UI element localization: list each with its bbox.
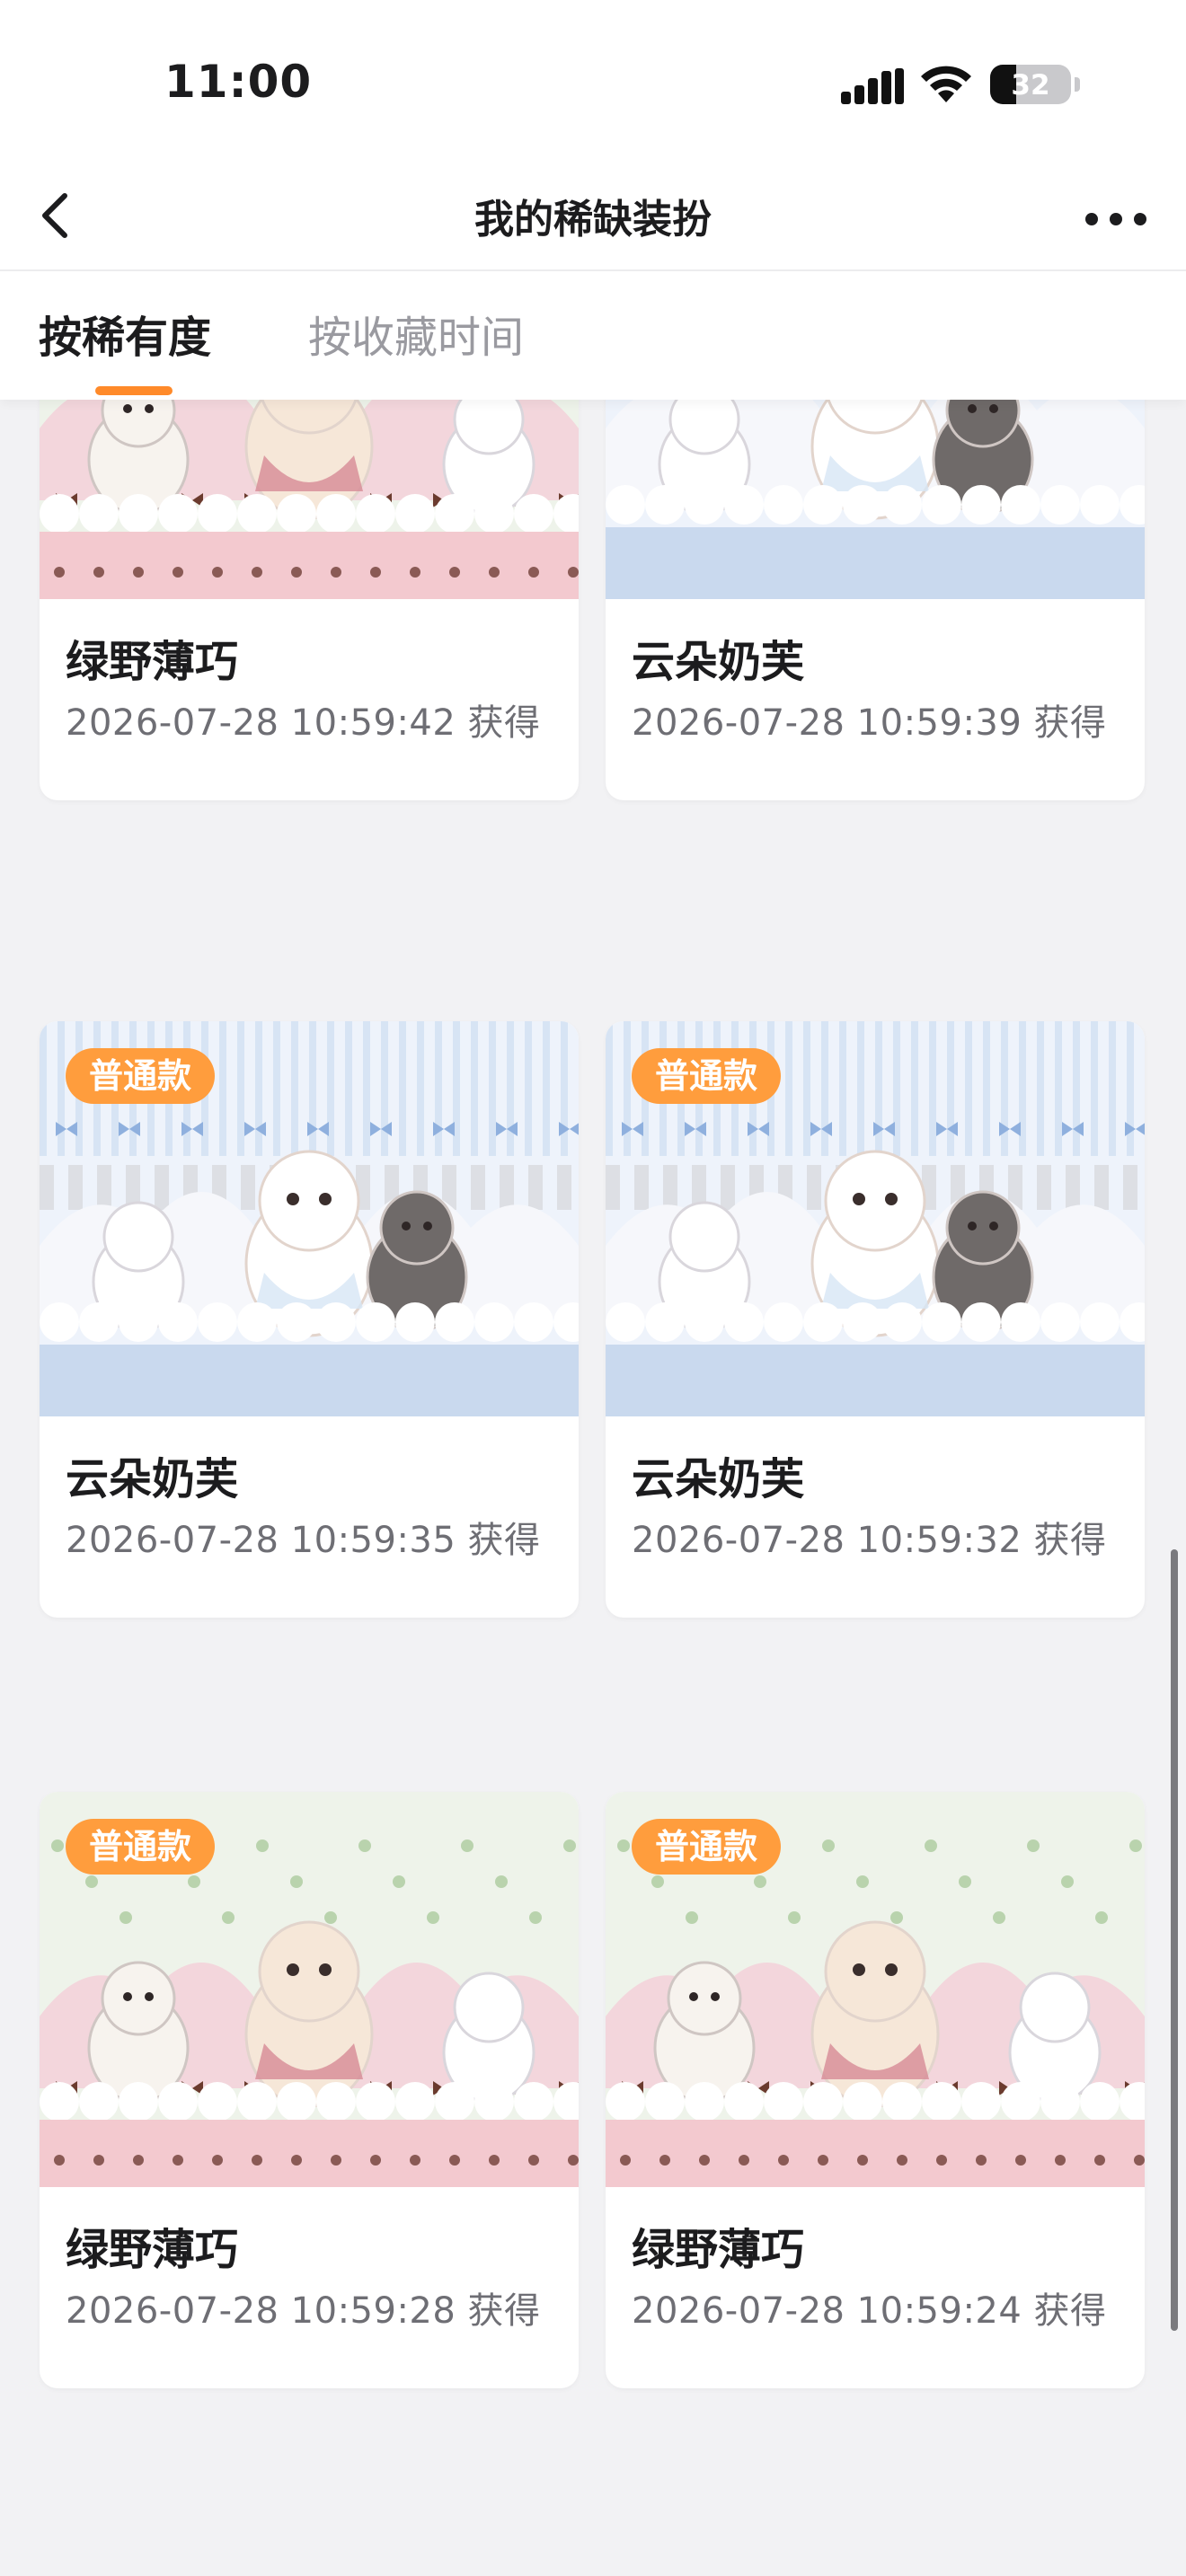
skin-name: 绿野薄巧 (66, 2225, 239, 2275)
tab-by-collect-time[interactable]: 按收藏时间 (308, 302, 524, 365)
collection-grid: 绿野薄巧 2026-07-28 10:59:42 获得 云朵奶芙 2026-07… (0, 400, 1186, 2576)
active-tab-indicator (95, 386, 173, 395)
rarity-badge: 普通款 (66, 1048, 216, 1104)
skin-card[interactable]: 绿野薄巧 2026-07-28 10:59:42 获得 (40, 400, 579, 800)
skin-card[interactable]: 普通款 绿野薄巧 2026-07-28 10:59:28 获得 (40, 1792, 579, 2388)
status-time: 11:00 (164, 56, 313, 108)
skin-thumbnail (40, 400, 579, 599)
skin-name: 绿野薄巧 (66, 637, 239, 687)
rarity-badge: 普通款 (66, 1819, 216, 1875)
scroll-indicator[interactable] (1171, 1549, 1178, 2331)
navigation-bar: 我的稀缺装扮 (0, 162, 1186, 271)
skin-card[interactable]: 普通款 云朵奶芙 2026-07-28 10:59:32 获得 (606, 1021, 1145, 1618)
acquired-time: 2026-07-28 10:59:39 获得 (632, 702, 1107, 744)
skin-name: 云朵奶芙 (632, 637, 805, 687)
battery-cap (1075, 77, 1080, 92)
rarity-badge: 普通款 (632, 1048, 782, 1104)
rarity-badge: 普通款 (632, 1819, 782, 1875)
tab-by-rarity[interactable]: 按稀有度 (39, 302, 211, 365)
skin-card[interactable]: 普通款 绿野薄巧 2026-07-28 10:59:24 获得 (606, 1792, 1145, 2388)
status-bar: 11:00 32 (0, 0, 1186, 162)
acquired-time: 2026-07-28 10:59:42 获得 (66, 702, 541, 744)
skin-card[interactable]: 普通款 云朵奶芙 2026-07-28 10:59:35 获得 (40, 1021, 579, 1618)
more-button[interactable] (1069, 172, 1164, 259)
skin-artwork (606, 400, 1145, 599)
acquired-time: 2026-07-28 10:59:35 获得 (66, 1520, 541, 1561)
skin-name: 云朵奶芙 (632, 1454, 805, 1504)
wifi-icon (921, 66, 971, 102)
page-title: 我的稀缺装扮 (474, 197, 712, 243)
skin-thumbnail (606, 400, 1145, 599)
battery-icon: 32 (990, 65, 1071, 104)
skin-name: 绿野薄巧 (632, 2225, 805, 2275)
more-horizontal-icon (1085, 213, 1146, 225)
acquired-time: 2026-07-28 10:59:32 获得 (632, 1520, 1107, 1561)
skin-artwork (40, 400, 579, 599)
skin-card[interactable]: 云朵奶芙 2026-07-28 10:59:39 获得 (606, 400, 1145, 800)
acquired-time: 2026-07-28 10:59:28 获得 (66, 2290, 541, 2332)
skin-name: 云朵奶芙 (66, 1454, 239, 1504)
cellular-signal-icon (841, 68, 904, 104)
acquired-time: 2026-07-28 10:59:24 获得 (632, 2290, 1107, 2332)
battery-level: 32 (1011, 69, 1050, 101)
sort-tab-bar: 按稀有度 按收藏时间 (0, 271, 1186, 400)
